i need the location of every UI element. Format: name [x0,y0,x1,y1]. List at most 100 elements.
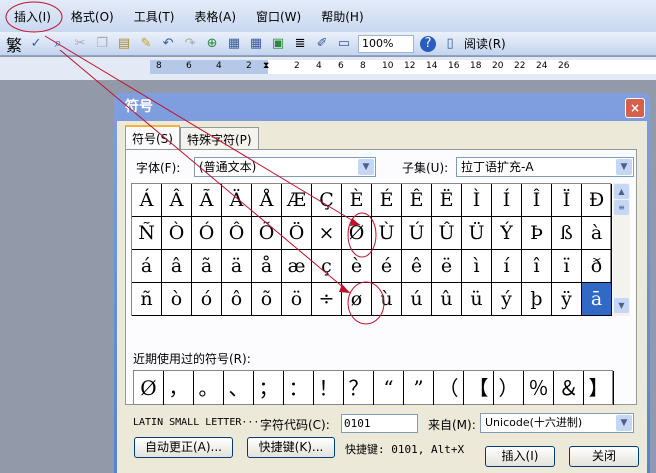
symbol-cell[interactable]: ð [582,250,612,283]
autocorrect-button[interactable]: 自动更正(A)... [134,437,233,458]
subset-select[interactable]: 拉丁语扩充-A ▼ [456,157,634,177]
symbol-cell[interactable]: Á [132,184,162,217]
recent-symbol-cell[interactable]: ； [254,371,284,405]
recent-symbol-cell[interactable]: “ [374,371,404,405]
format-painter-icon[interactable]: ✎ [138,36,154,52]
close-icon[interactable]: × [625,98,645,118]
recent-symbol-cell[interactable]: 。 [194,371,224,405]
symbol-cell[interactable]: Ú [402,217,432,250]
symbol-cell[interactable]: î [522,250,552,283]
symbol-cell[interactable]: û [432,283,462,316]
symbol-cell[interactable]: è [342,250,372,283]
symbol-cell[interactable]: Ö [282,217,312,250]
menu-insert[interactable]: 插入(I) [14,8,51,25]
symbol-cell[interactable]: å [252,250,282,283]
help-icon[interactable]: ? [420,35,437,52]
symbol-cell[interactable]: â [162,250,192,283]
font-select[interactable]: (普通文本) ▼ [194,157,376,177]
symbol-cell[interactable]: È [342,184,372,217]
recent-symbol-cell[interactable]: ” [404,371,434,405]
menu-help[interactable]: 帮助(H) [321,8,363,25]
symbol-cell[interactable]: ò [162,283,192,316]
symbol-cell[interactable]: í [492,250,522,283]
recent-symbol-cell[interactable]: ＆ [554,371,584,405]
symbol-cell[interactable]: ç [312,250,342,283]
symbol-cell[interactable]: æ [282,250,312,283]
symbol-cell[interactable]: ý [492,283,522,316]
symbol-cell[interactable]: Ì [462,184,492,217]
scroll-thumb[interactable]: ≡ [614,200,629,215]
symbol-cell[interactable]: Å [252,184,282,217]
recent-symbol-cell[interactable]: ） [494,371,524,405]
symbol-cell[interactable]: Ä [222,184,252,217]
close-button[interactable]: 关闭 [569,446,639,467]
symbol-cell[interactable]: ã [192,250,222,283]
symbol-cell[interactable]: Î [522,184,552,217]
research-icon[interactable]: ⌕ [50,36,66,52]
cut-icon[interactable]: ✂ [72,36,88,52]
insert-excel-icon[interactable]: ▣ [270,36,286,52]
read-button[interactable]: 阅读(R) [464,35,506,52]
symbol-cell[interactable]: ë [432,250,462,283]
symbol-scrollbar[interactable]: ▲ ≡ ▼ [613,183,630,316]
indent-marker[interactable]: ⧗ [263,61,269,71]
paste-icon[interactable]: ▤ [116,36,132,52]
doc-map-icon[interactable]: ▭ [336,36,352,52]
symbol-cell[interactable]: Û [432,217,462,250]
recent-symbol-cell[interactable]: （ [434,371,464,405]
chevron-down-icon[interactable]: ▼ [358,159,374,175]
menu-format[interactable]: 格式(O) [71,8,114,25]
tab-symbols[interactable]: 符号(S) [125,125,180,149]
symbol-cell[interactable]: ú [402,283,432,316]
shortcut-key-button[interactable]: 快捷键(K)... [247,437,335,458]
symbol-cell[interactable]: ÷ [312,283,342,316]
symbol-cell[interactable]: Ù [372,217,402,250]
symbol-cell[interactable]: ì [462,250,492,283]
symbol-cell[interactable]: Õ [252,217,282,250]
symbol-cell[interactable]: Ü [462,217,492,250]
symbol-cell[interactable]: Â [162,184,192,217]
symbol-cell[interactable]: ß [552,217,582,250]
hyperlink-icon[interactable]: ⊕ [204,36,220,52]
symbol-cell[interactable]: Ô [222,217,252,250]
recent-symbol-cell[interactable]: Ø [134,371,164,405]
recent-symbol-cell[interactable]: ， [164,371,194,405]
recent-symbol-cell[interactable]: ？ [344,371,374,405]
symbol-cell[interactable]: þ [522,283,552,316]
symbol-cell[interactable]: Ë [432,184,462,217]
symbol-cell[interactable]: Ó [192,217,222,250]
scroll-up-icon[interactable]: ▲ [614,184,629,199]
symbol-cell[interactable]: ā [582,283,612,316]
undo-icon[interactable]: ↶ [160,36,176,52]
symbol-cell[interactable]: Ñ [132,217,162,250]
menu-window[interactable]: 窗口(W) [256,8,301,25]
insert-table-icon[interactable]: ▦ [248,36,264,52]
insert-button[interactable]: 插入(I) [485,446,555,467]
symbol-cell[interactable]: é [372,250,402,283]
tab-special-characters[interactable]: 特殊字符(P) [179,127,259,149]
symbol-cell[interactable]: Ã [192,184,222,217]
menu-table[interactable]: 表格(A) [194,8,236,25]
scroll-down-icon[interactable]: ▼ [614,298,629,313]
recent-symbol-cell[interactable]: ％ [524,371,554,405]
traditional-chinese-button[interactable]: 繁 [6,32,22,56]
symbol-cell[interactable]: ñ [132,283,162,316]
symbol-cell[interactable]: ô [222,283,252,316]
symbol-cell[interactable]: Ï [552,184,582,217]
char-code-input[interactable] [341,414,418,433]
symbol-cell[interactable]: ÿ [552,283,582,316]
symbol-cell[interactable]: Ç [312,184,342,217]
chevron-down-icon[interactable]: ▼ [616,415,632,431]
symbol-cell[interactable]: ê [402,250,432,283]
drawing-icon[interactable]: ✐ [314,36,330,52]
symbol-cell[interactable]: × [312,217,342,250]
symbol-cell[interactable]: ó [192,283,222,316]
recent-symbol-cell[interactable]: 【 [464,371,494,405]
symbol-cell[interactable]: à [582,217,612,250]
menu-tools[interactable]: 工具(T) [134,8,175,25]
symbol-cell[interactable]: ù [372,283,402,316]
symbol-cell[interactable]: Ø [342,217,372,250]
symbol-cell[interactable]: ø [342,283,372,316]
symbol-cell[interactable]: ä [222,250,252,283]
recent-symbol-cell[interactable]: ！ [314,371,344,405]
